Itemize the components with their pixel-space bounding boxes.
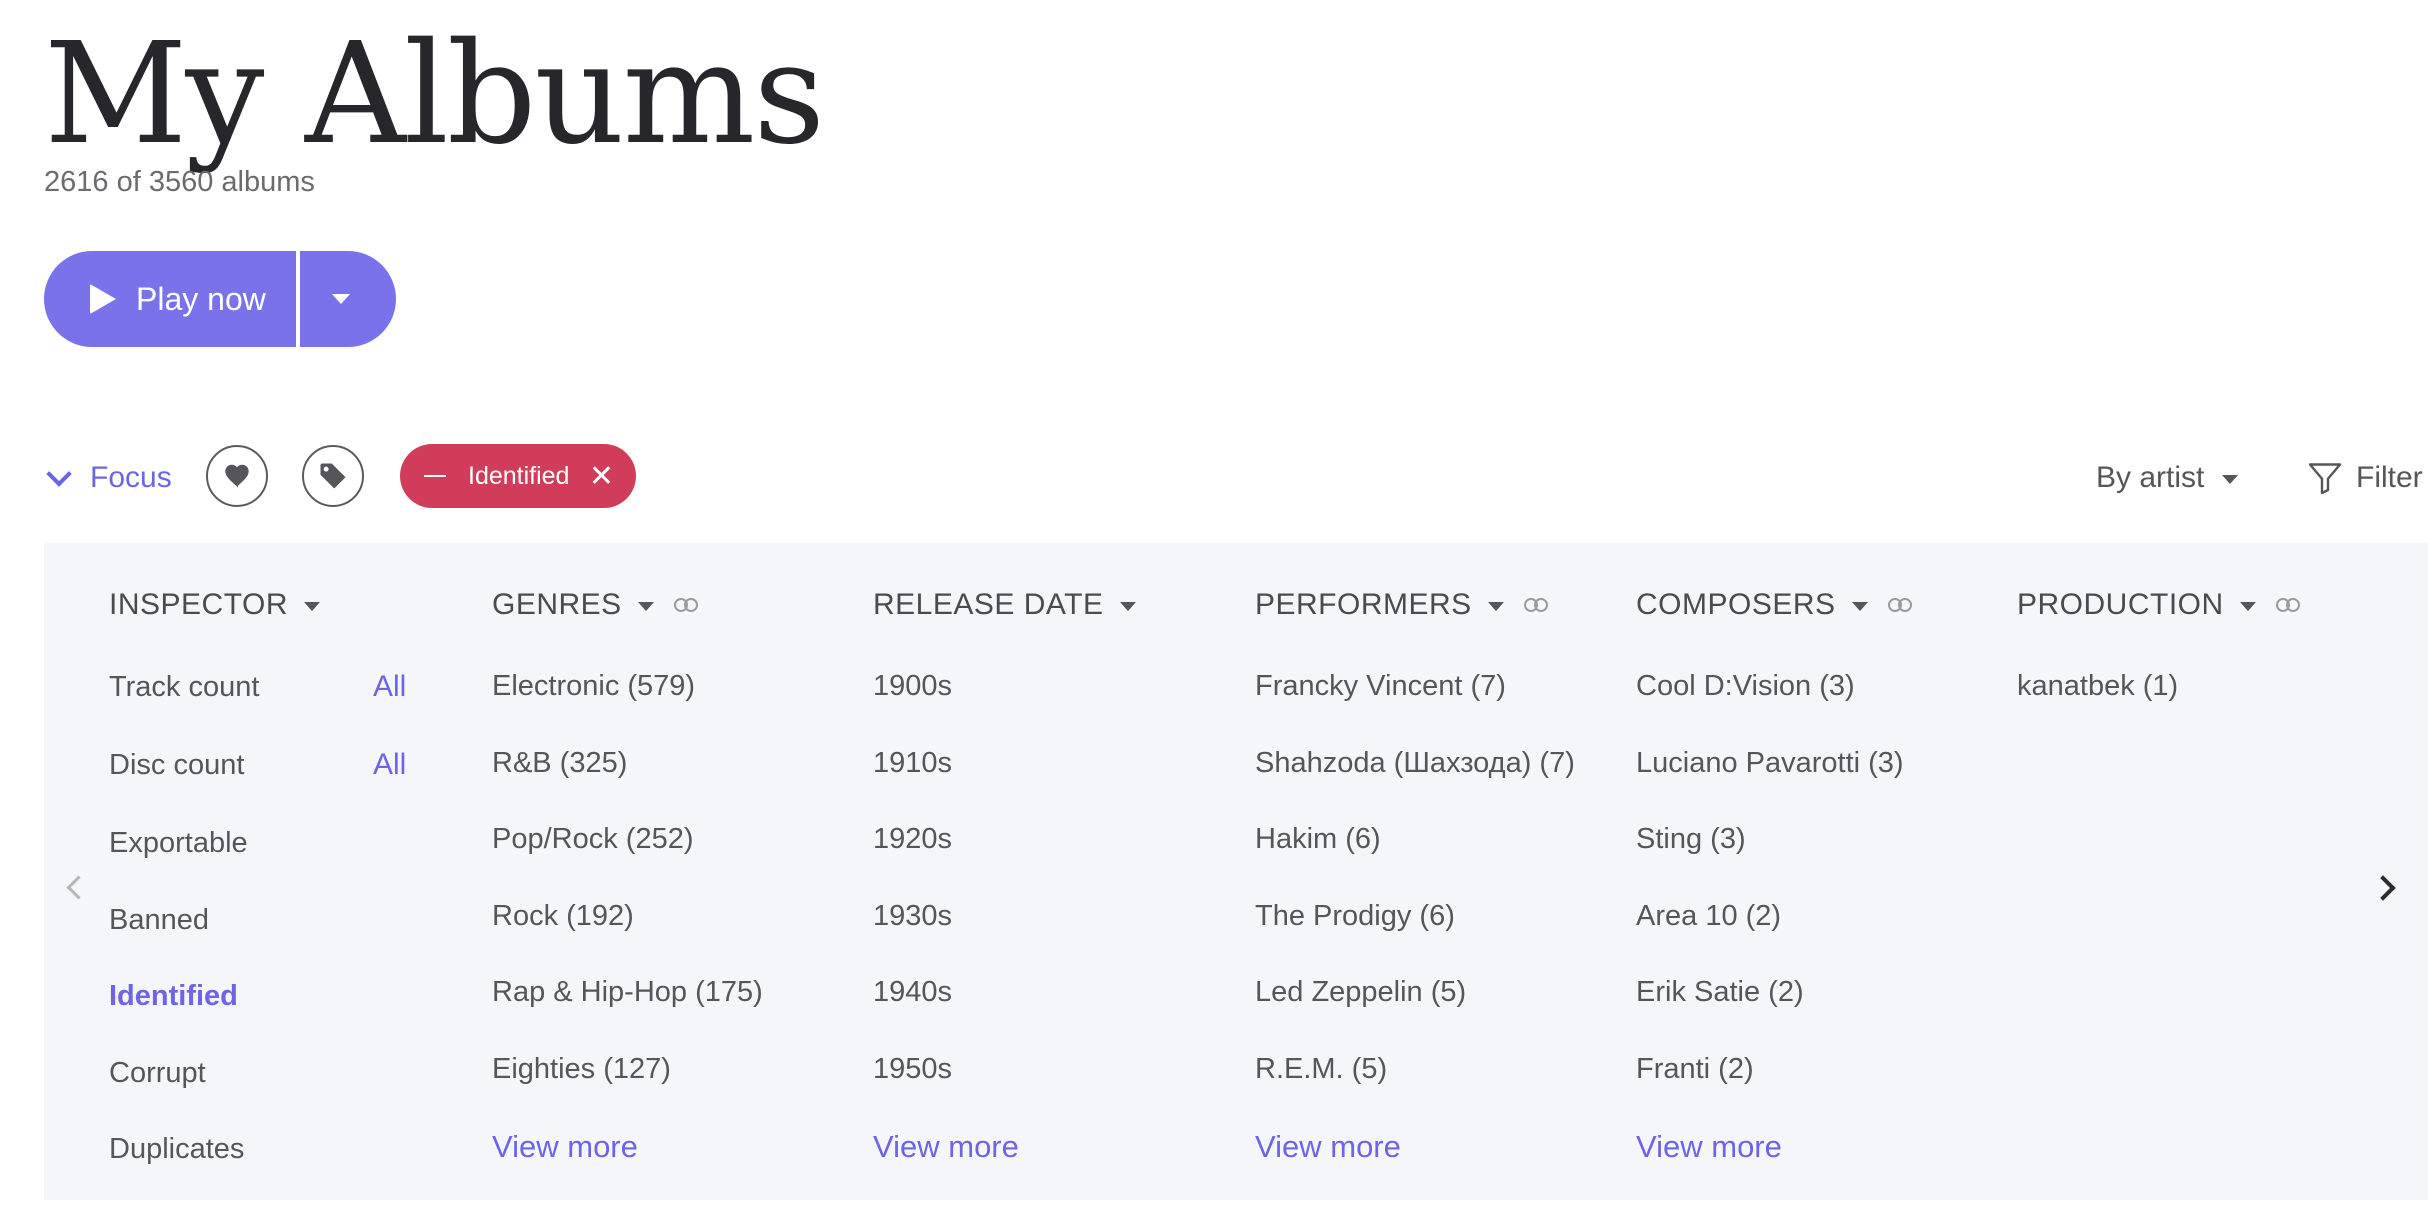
chevron-down-icon [46,461,72,487]
inspector-item-exportable[interactable]: Exportable [109,823,248,863]
composers-column-header[interactable]: COMPOSERS [1636,585,1914,625]
caret-down-icon [332,294,350,304]
inspector-item-banned[interactable]: Banned [109,900,209,940]
caret-down-icon [303,602,320,611]
play-button-group: Play now [44,251,396,347]
inspector-item-label: Disc count [109,748,245,781]
genre-item[interactable]: Rock (192) [492,896,634,936]
inspector-item-label: Identified [109,979,238,1012]
performer-item[interactable]: R.E.M. (5) [1255,1049,1387,1089]
play-icon [90,284,116,314]
genre-item[interactable]: Pop/Rock (252) [492,819,694,859]
composer-item[interactable]: Franti (2) [1636,1049,1754,1089]
genres-view-more-link[interactable]: View more [492,1127,638,1167]
inspector-panel: INSPECTOR Track count All Disc count All… [44,543,2428,1200]
performer-item[interactable]: Led Zeppelin (5) [1255,972,1466,1012]
chevron-left-icon[interactable] [66,875,91,900]
link-rings-icon[interactable] [1886,597,1914,613]
inspector-item-label: Exportable [109,826,248,859]
genre-item[interactable]: Electronic (579) [492,666,695,706]
performer-item[interactable]: Hakim (6) [1255,819,1381,859]
favorite-filter-button[interactable] [206,445,268,507]
inspector-item-disc-count[interactable]: Disc count [109,745,244,785]
inspector-column-header[interactable]: INSPECTOR [109,585,320,625]
release-date-item[interactable]: 1930s [873,896,952,936]
inspector-item-duplicates[interactable]: Duplicates [109,1129,244,1169]
track-count-all-link[interactable]: All [373,667,406,707]
inspector-item-identified[interactable]: Identified [109,976,238,1016]
production-column-header[interactable]: PRODUCTION [2017,585,2302,625]
link-rings-icon[interactable] [672,597,700,613]
genres-column-header[interactable]: GENRES [492,585,700,625]
chip-label: Identified [468,461,570,490]
release-date-item[interactable]: 1920s [873,819,952,859]
composer-item[interactable]: Luciano Pavarotti (3) [1636,743,1904,783]
disc-count-all-link[interactable]: All [373,745,406,785]
performers-view-more-link[interactable]: View more [1255,1127,1401,1167]
release-date-view-more-link[interactable]: View more [873,1127,1019,1167]
composer-item[interactable]: Cool D:Vision (3) [1636,666,1855,706]
inspector-item-label: Corrupt [109,1056,206,1089]
album-count: 2616 of 3560 albums [44,166,315,198]
column-title: GENRES [492,588,622,621]
inspector-item-label: Duplicates [109,1132,245,1165]
link-rings-icon[interactable] [1522,597,1550,613]
heart-icon [225,464,249,488]
caret-down-icon [2222,475,2239,484]
close-icon[interactable]: ✕ [589,459,614,494]
production-item[interactable]: kanatbek (1) [2017,666,2178,706]
composer-item[interactable]: Sting (3) [1636,819,1746,859]
caret-down-icon [637,602,654,611]
play-now-label: Play now [136,280,266,317]
inspector-item-label: Banned [109,903,209,936]
column-title: RELEASE DATE [873,588,1104,621]
release-date-item[interactable]: 1950s [873,1049,952,1089]
page-title: My Albums [44,13,825,176]
sort-dropdown[interactable]: By artist [2096,453,2239,503]
caret-down-icon [2239,602,2256,611]
albums-page: My Albums 2616 of 3560 albums Play now F… [0,0,2428,1224]
play-now-button[interactable]: Play now [44,251,296,347]
column-title: INSPECTOR [109,588,288,621]
performer-item[interactable]: Francky Vincent (7) [1255,666,1506,706]
release-date-item[interactable]: 1940s [873,972,952,1012]
filter-label: Filter [2356,461,2423,494]
genre-item[interactable]: Eighties (127) [492,1049,671,1089]
composers-view-more-link[interactable]: View more [1636,1127,1782,1167]
genre-item[interactable]: R&B (325) [492,743,627,783]
link-rings-icon[interactable] [2274,597,2302,613]
performers-column-header[interactable]: PERFORMERS [1255,585,1550,625]
release-date-item[interactable]: 1910s [873,743,952,783]
release-date-item[interactable]: 1900s [873,666,952,706]
column-title: COMPOSERS [1636,588,1836,621]
tag-filter-button[interactable] [302,445,364,507]
active-filter-chip: Identified ✕ [400,444,636,508]
play-options-dropdown-button[interactable] [300,251,396,347]
inspector-item-corrupt[interactable]: Corrupt [109,1053,206,1093]
chevron-right-icon[interactable] [2370,875,2396,901]
inspector-item-label: Track count [109,670,260,703]
tag-icon [320,463,346,489]
filter-button[interactable]: Filter [2306,453,2428,503]
composer-item[interactable]: Erik Satie (2) [1636,972,1804,1012]
focus-toggle[interactable]: Focus [44,453,172,503]
column-title: PRODUCTION [2017,588,2224,621]
focus-label: Focus [90,461,172,494]
composer-item[interactable]: Area 10 (2) [1636,896,1781,936]
caret-down-icon [1119,602,1136,611]
minus-icon [424,475,446,477]
performer-item[interactable]: Shahzoda (Шахзода) (7) [1255,743,1575,783]
sort-label: By artist [2096,461,2205,494]
column-title: PERFORMERS [1255,588,1472,621]
inspector-item-track-count[interactable]: Track count [109,667,259,707]
caret-down-icon [1487,602,1504,611]
caret-down-icon [1851,602,1868,611]
genre-item[interactable]: Rap & Hip-Hop (175) [492,972,763,1012]
performer-item[interactable]: The Prodigy (6) [1255,896,1455,936]
funnel-icon [2308,463,2342,495]
release-date-column-header[interactable]: RELEASE DATE [873,585,1136,625]
